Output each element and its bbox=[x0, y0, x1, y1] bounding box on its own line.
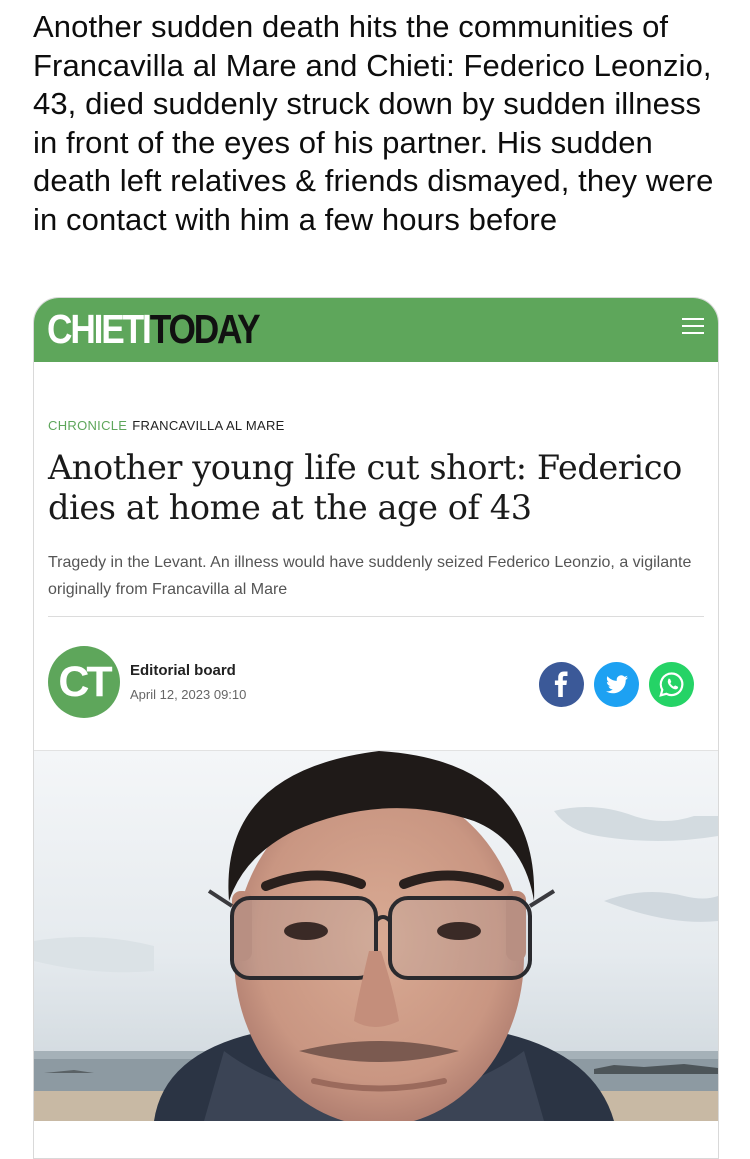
article-photo[interactable] bbox=[34, 750, 718, 1121]
site-logo[interactable]: CHIETITODAY bbox=[47, 304, 261, 354]
article-headline: Another young life cut short: Federico d… bbox=[48, 448, 682, 527]
author-avatar: CT bbox=[48, 646, 120, 718]
logo-part-chieti: CHIETI bbox=[47, 306, 152, 352]
twitter-icon bbox=[594, 662, 639, 707]
site-header: CHIETITODAY bbox=[34, 298, 718, 362]
publish-date: April 12, 2023 09:10 bbox=[130, 687, 247, 702]
article-standfirst: Tragedy in the Levant. An illness would … bbox=[48, 554, 692, 598]
portrait-photo bbox=[34, 751, 718, 1121]
post-text: Another sudden death hits the communitie… bbox=[33, 9, 714, 237]
twitter-share-button[interactable] bbox=[594, 662, 639, 707]
hamburger-menu-icon[interactable] bbox=[682, 318, 704, 336]
facebook-icon bbox=[539, 662, 584, 707]
author-name[interactable]: Editorial board bbox=[130, 662, 236, 679]
location-link[interactable]: FRANCAVILLA AL MARE bbox=[132, 418, 284, 433]
whatsapp-icon bbox=[649, 662, 694, 707]
article-card: CHIETITODAY CHRONICLE FRANCAVILLA AL MARE… bbox=[33, 297, 719, 1159]
whatsapp-share-button[interactable] bbox=[649, 662, 694, 707]
breadcrumb: CHRONICLE FRANCAVILLA AL MARE bbox=[48, 418, 285, 433]
section-link[interactable]: CHRONICLE bbox=[48, 418, 127, 433]
divider bbox=[48, 616, 704, 617]
facebook-share-button[interactable] bbox=[539, 662, 584, 707]
logo-part-today: TODAY bbox=[149, 306, 261, 352]
